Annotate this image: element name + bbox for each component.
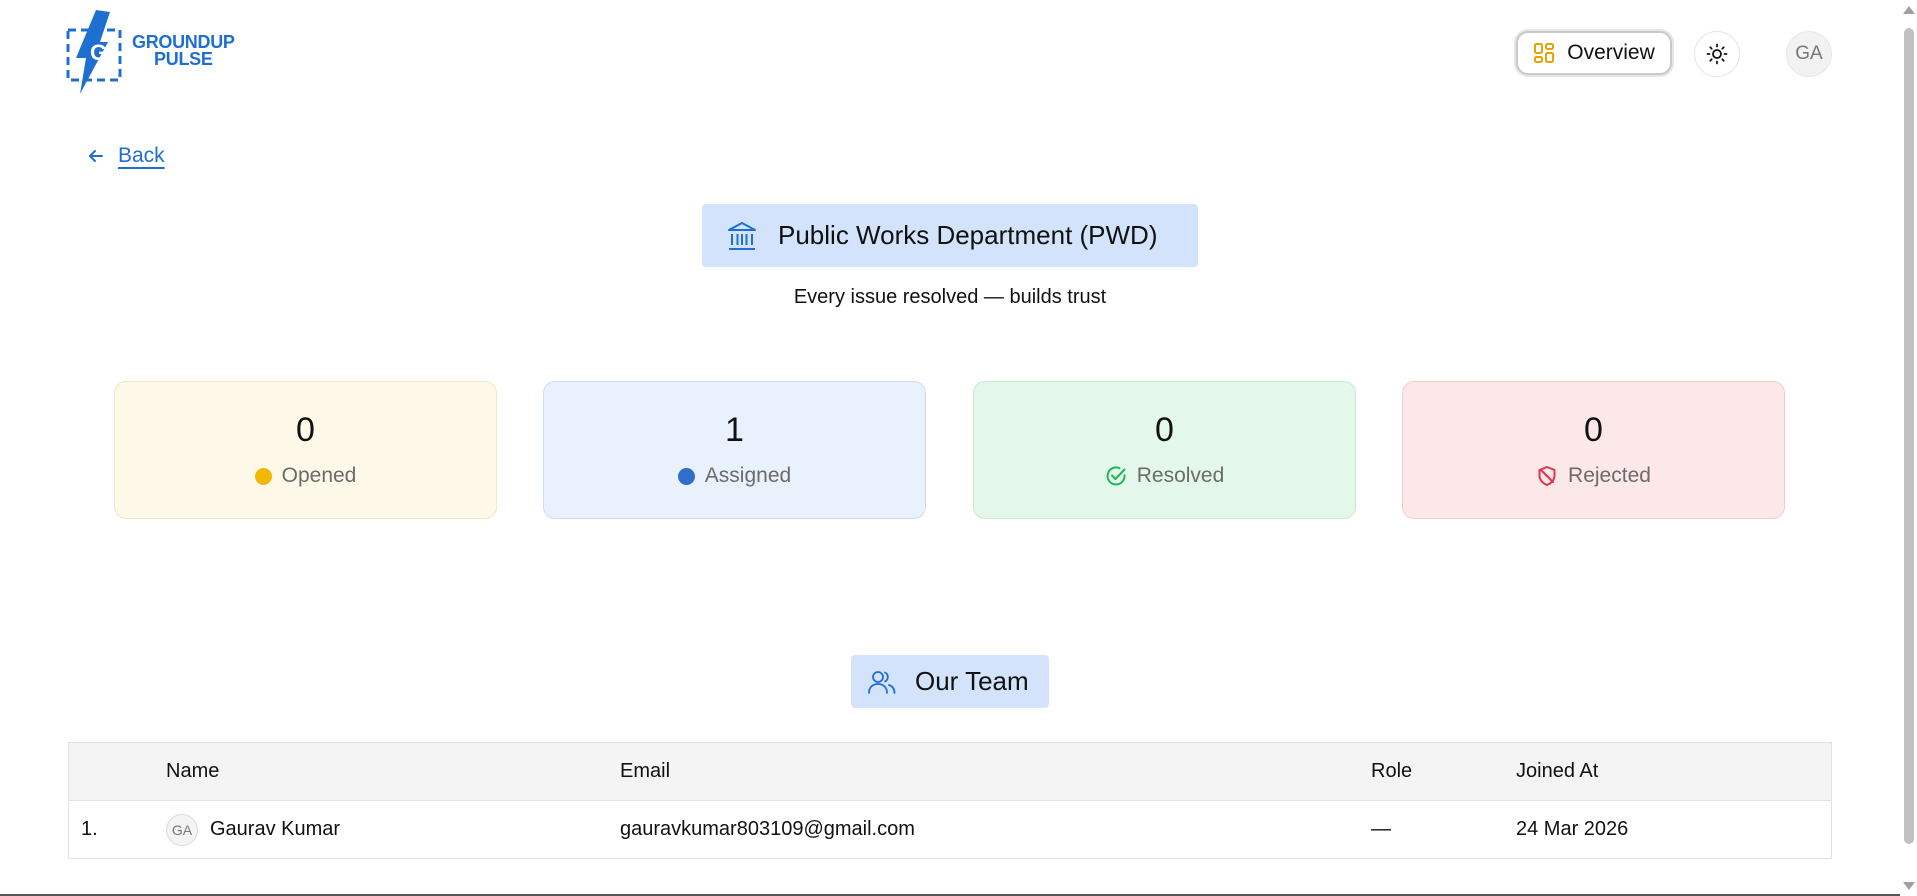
row-index: 1. — [81, 818, 98, 840]
stat-value: 1 — [725, 411, 744, 449]
member-joined-at: 24 Mar 2026 — [1516, 818, 1629, 840]
avatar: GA — [166, 813, 198, 846]
stat-label: Assigned — [704, 464, 792, 487]
team-table: Name Email Role Joined At 1. GA Gaurav K… — [68, 742, 1832, 859]
sun-icon — [1706, 43, 1728, 65]
scroll-up-arrow-icon[interactable] — [1903, 6, 1915, 14]
team-section-title: Our Team — [851, 655, 1049, 708]
back-link[interactable]: Back — [86, 144, 165, 168]
stat-card-rejected[interactable]: 0 Rejected — [1402, 381, 1785, 519]
column-header-role[interactable]: Role — [1371, 743, 1412, 800]
member-role: — — [1371, 818, 1391, 840]
back-label: Back — [118, 144, 165, 167]
stat-label: Opened — [281, 464, 357, 487]
member-email: gauravkumar803109@gmail.com — [620, 818, 915, 840]
blue-dot-icon — [677, 467, 695, 485]
stat-label: Rejected — [1568, 464, 1651, 487]
column-header-joined-at[interactable]: Joined At — [1516, 743, 1598, 800]
column-header-email[interactable]: Email — [620, 743, 670, 800]
page-title: Public Works Department (PWD) — [778, 220, 1158, 250]
team-title-label: Our Team — [915, 666, 1029, 696]
stat-value: 0 — [296, 411, 315, 449]
logo-wordmark: GROUNDUP PULSE — [132, 33, 235, 69]
yellow-dot-icon — [254, 467, 272, 485]
landmark-icon — [728, 221, 756, 250]
stat-value: 0 — [1155, 411, 1174, 449]
logo-bolt-icon: G — [66, 10, 122, 94]
stat-card-resolved[interactable]: 0 Resolved — [973, 381, 1356, 519]
stat-value: 0 — [1584, 411, 1603, 449]
check-circle-icon — [1106, 466, 1126, 486]
logo-line-2: PULSE — [154, 49, 213, 69]
user-avatar[interactable]: GA — [1786, 31, 1832, 77]
shield-off-icon — [1538, 466, 1556, 486]
scroll-down-arrow-icon[interactable] — [1903, 882, 1915, 890]
dashboard-grid-icon — [1534, 43, 1555, 63]
member-name: Gaurav Kumar — [210, 818, 341, 840]
department-title-badge: Public Works Department (PWD) — [702, 204, 1198, 267]
stat-card-opened[interactable]: 0 Opened — [114, 381, 497, 519]
column-header-name[interactable]: Name — [166, 743, 219, 800]
arrow-left-icon — [89, 150, 103, 162]
overview-label: Overview — [1567, 41, 1655, 64]
svg-text:G: G — [90, 40, 107, 65]
department-tagline: Every issue resolved — builds trust — [793, 286, 1107, 308]
stat-card-assigned[interactable]: 1 Assigned — [543, 381, 926, 519]
table-row[interactable]: 1. GA Gaurav Kumar gauravkumar803109@gma… — [69, 801, 1831, 858]
stat-label: Resolved — [1136, 464, 1225, 487]
member-name-cell: GA Gaurav Kumar — [166, 801, 340, 858]
page-scrollbar[interactable] — [1900, 0, 1917, 896]
overview-button[interactable]: Overview — [1516, 31, 1672, 75]
scrollbar-thumb[interactable] — [1904, 28, 1914, 844]
table-header-row: Name Email Role Joined At — [69, 743, 1831, 801]
theme-toggle-button[interactable] — [1694, 31, 1740, 77]
users-icon — [868, 670, 896, 694]
app-logo[interactable]: G GROUNDUP PULSE — [66, 8, 235, 94]
